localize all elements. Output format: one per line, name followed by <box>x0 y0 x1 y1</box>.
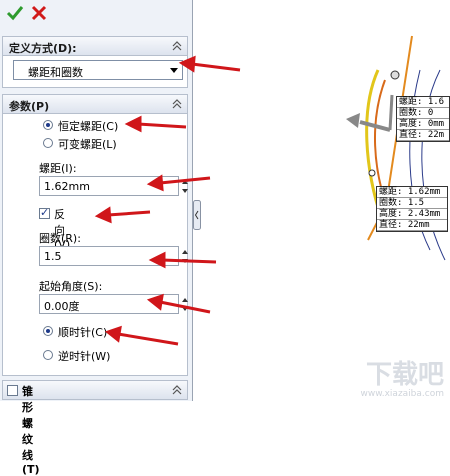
arrow-head-icon <box>178 55 196 73</box>
annotation-arrows <box>94 55 241 346</box>
